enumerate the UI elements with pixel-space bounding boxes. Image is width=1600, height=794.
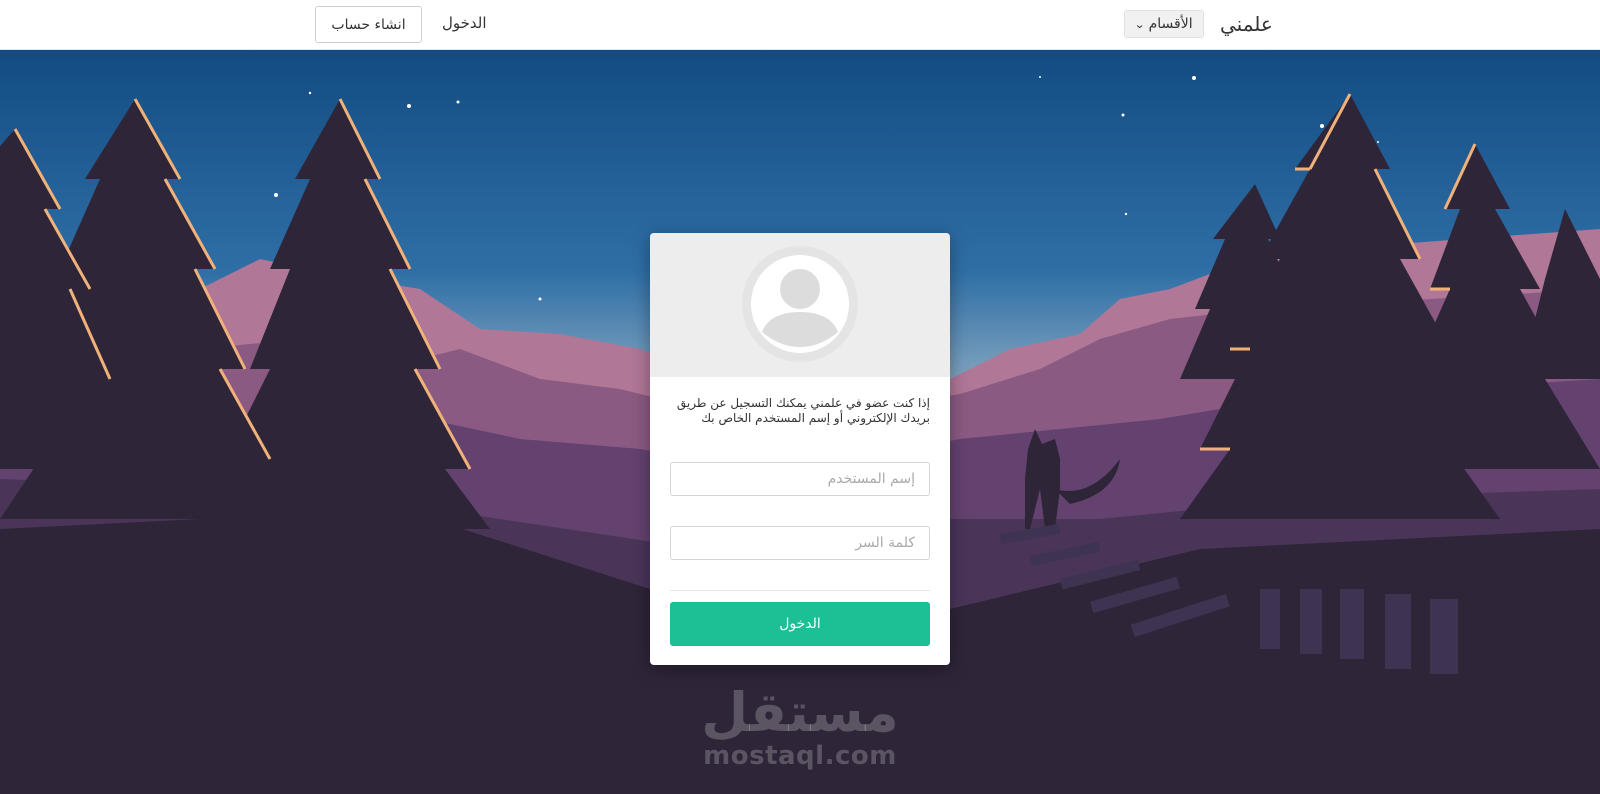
login-submit-button[interactable]: الدخول [670, 602, 930, 646]
login-card: إذا كنت عضو في علمني يمكنك التسجيل عن طر… [650, 233, 950, 665]
login-link[interactable]: الدخول [442, 14, 487, 32]
username-input[interactable] [671, 463, 929, 495]
password-field[interactable] [670, 526, 930, 560]
login-intro-text: إذا كنت عضو في علمني يمكنك التسجيل عن طر… [676, 396, 930, 425]
watermark-arabic: مستقل [701, 681, 899, 744]
sections-dropdown[interactable]: الأقسام ⌄ [1124, 10, 1204, 38]
sections-label: الأقسام [1148, 16, 1193, 32]
card-header [650, 233, 950, 377]
divider [670, 590, 930, 591]
watermark-latin: mostaql.com [703, 741, 897, 771]
signup-button[interactable]: انشاء حساب [315, 6, 422, 43]
mostaql-watermark: مستقل mostaql.com [700, 681, 900, 772]
user-avatar-icon [742, 246, 858, 362]
site-logo[interactable]: علمني [1220, 12, 1273, 36]
password-input[interactable] [671, 527, 929, 559]
top-navbar: علمني الأقسام ⌄ الدخول انشاء حساب [0, 0, 1600, 50]
username-field[interactable] [670, 462, 930, 496]
chevron-down-icon: ⌄ [1134, 17, 1146, 31]
